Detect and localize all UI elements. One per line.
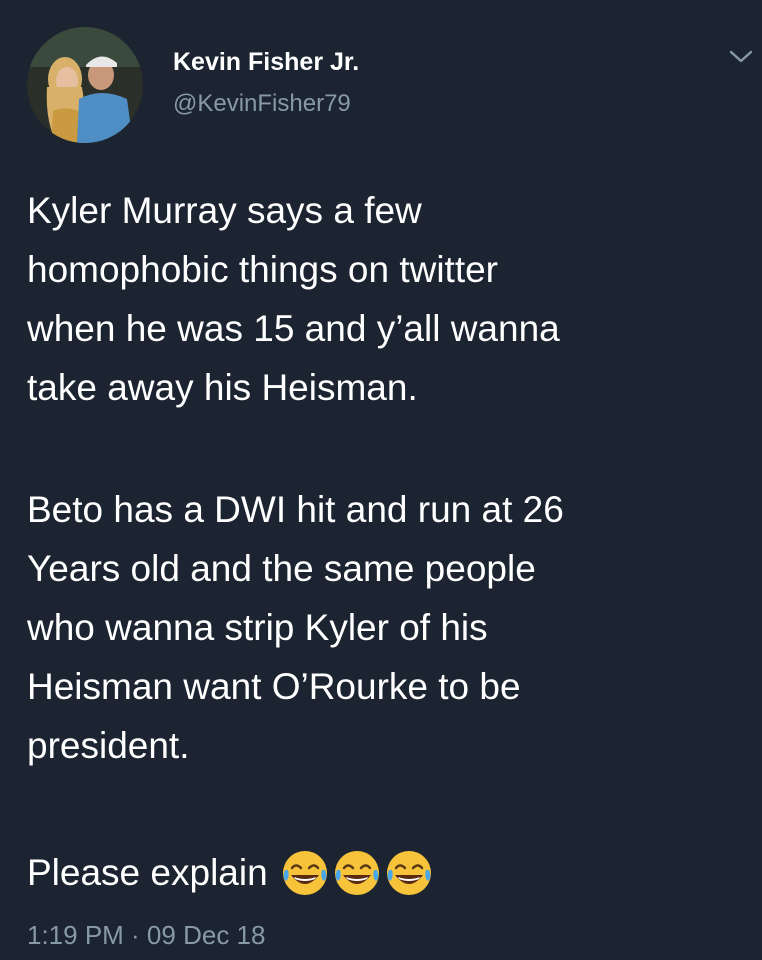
avatar-photo (27, 27, 143, 143)
display-name[interactable]: Kevin Fisher Jr. (173, 48, 359, 77)
chevron-down-icon[interactable] (728, 48, 754, 66)
tweet-text-line: Please explain (27, 852, 268, 893)
avatar[interactable] (27, 27, 143, 143)
face-with-tears-of-joy-icon (384, 848, 434, 898)
user-handle[interactable]: @KevinFisher79 (173, 90, 351, 118)
face-with-tears-of-joy-icon (332, 848, 382, 898)
tweet-card: Kevin Fisher Jr. @KevinFisher79 Kyler Mu… (0, 0, 762, 960)
tweet-text-paragraph-1: Kyler Murray says a few homophobic thing… (27, 190, 560, 408)
face-with-tears-of-joy-icon (280, 848, 330, 898)
tweet-text-paragraph-3: Please explain (27, 843, 436, 902)
tweet-text-paragraph-2: Beto has a DWI hit and run at 26 Years o… (27, 489, 564, 766)
tweet-timestamp[interactable]: 1:19 PM · 09 Dec 18 (27, 920, 265, 951)
emoji-group (280, 848, 436, 898)
